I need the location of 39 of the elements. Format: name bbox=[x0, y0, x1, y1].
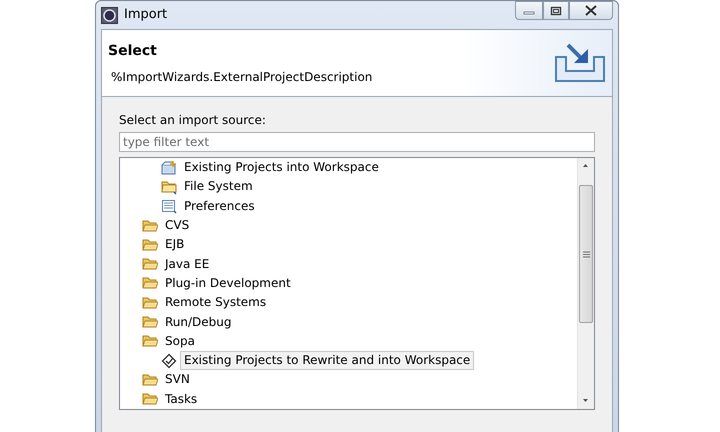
tree-item[interactable]: Existing Projects into Workspace bbox=[180, 158, 383, 178]
tree-item[interactable]: Preferences bbox=[180, 196, 259, 216]
folder-icon bbox=[142, 372, 158, 388]
window-title: Import bbox=[124, 6, 168, 24]
folder-icon bbox=[142, 275, 158, 292]
folder-icon bbox=[142, 333, 158, 350]
tree-item[interactable]: Plug-in Development bbox=[161, 274, 295, 293]
folder-icon bbox=[142, 391, 158, 408]
tree-item[interactable]: Tasks bbox=[161, 390, 202, 409]
close-icon bbox=[585, 5, 597, 16]
diamond-icon bbox=[161, 352, 177, 369]
maximize-button[interactable] bbox=[543, 1, 569, 20]
folder-icon bbox=[142, 314, 158, 330]
scrollbar[interactable] bbox=[577, 158, 594, 409]
import-icon bbox=[554, 43, 606, 83]
tree-item[interactable]: EJB bbox=[161, 235, 188, 254]
folder-icon bbox=[161, 178, 177, 195]
project-icon bbox=[161, 160, 177, 176]
tree-item[interactable]: Java EE bbox=[161, 254, 214, 274]
filter-field[interactable]: type filter text bbox=[119, 132, 595, 152]
page-title: Select bbox=[108, 42, 158, 60]
list-icon bbox=[161, 198, 177, 214]
scroll-thumb[interactable] bbox=[579, 185, 593, 323]
folder-icon bbox=[142, 256, 158, 272]
tree-item[interactable]: Sopa bbox=[161, 332, 199, 351]
page-description: %ImportWizards.ExternalProjectDescription bbox=[111, 68, 374, 86]
maximize-icon bbox=[550, 6, 562, 16]
tree-item[interactable]: Remote Systems bbox=[161, 293, 270, 312]
tree-item[interactable]: Existing Projects to Rewrite and into Workspace bbox=[180, 351, 474, 370]
close-button[interactable] bbox=[569, 1, 613, 20]
tree-item[interactable]: File System bbox=[180, 177, 257, 196]
tree-item[interactable]: CVS bbox=[161, 216, 194, 236]
app-icon bbox=[101, 6, 118, 24]
folder-icon bbox=[142, 294, 158, 311]
source-label: Select an import source: bbox=[119, 112, 267, 129]
folder-icon bbox=[142, 218, 158, 234]
folder-icon bbox=[142, 236, 158, 253]
tree-item[interactable]: Run/Debug bbox=[161, 312, 236, 332]
tree-item[interactable]: SVN bbox=[161, 370, 194, 390]
